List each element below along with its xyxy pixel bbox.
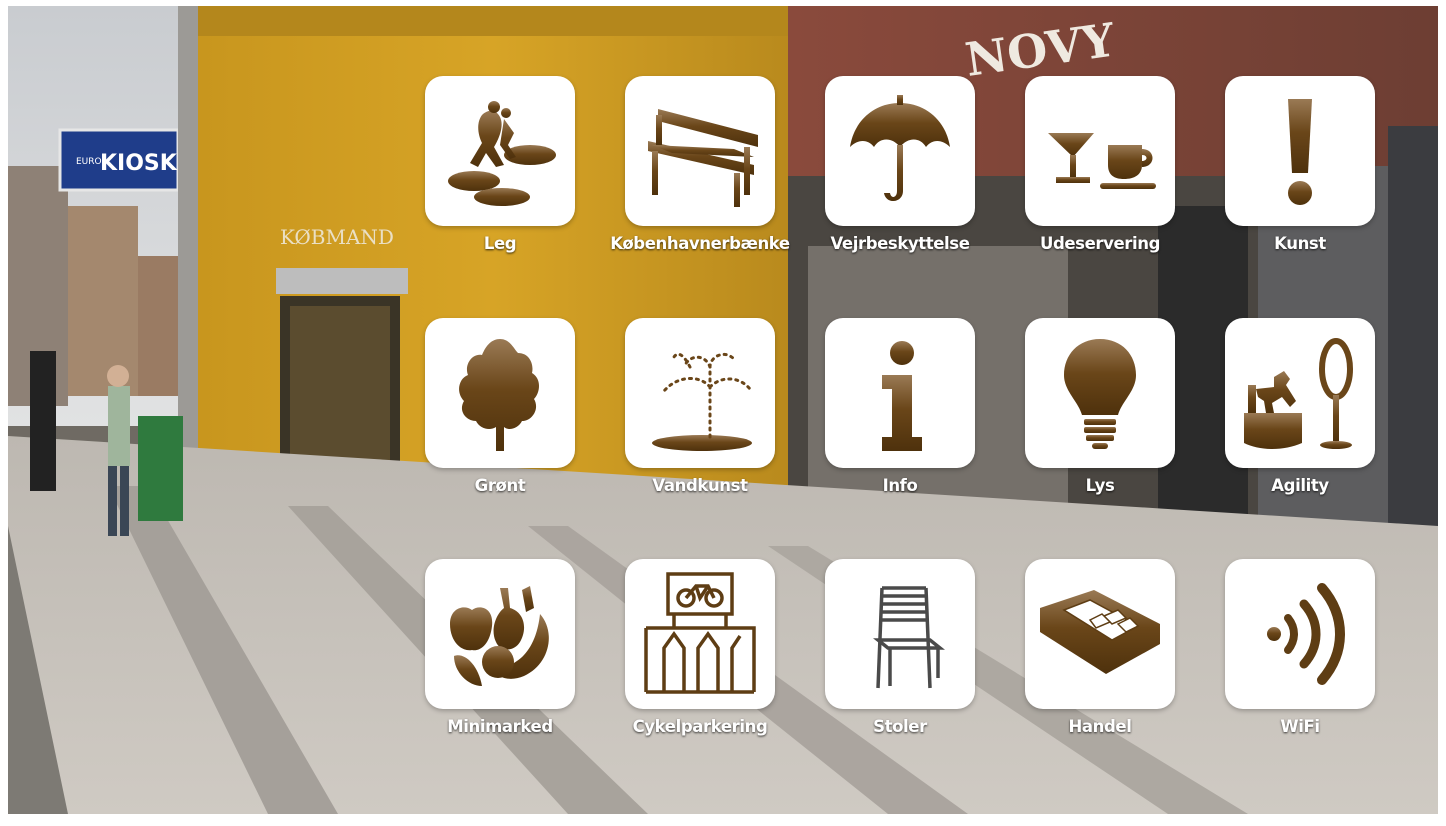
tile-minimarked[interactable]: Minimarked (425, 559, 575, 736)
tile-vejrbeskyttelse[interactable]: Vejrbeskyttelse (825, 76, 975, 253)
tile-lys[interactable]: Lys (1025, 318, 1175, 495)
tile-box (425, 559, 575, 709)
tile-box (425, 318, 575, 468)
fountain-icon (652, 352, 752, 451)
tile-label: Vejrbeskyttelse (830, 234, 970, 253)
tile-box (1225, 559, 1375, 709)
tile-label: Cykelparkering (632, 717, 768, 736)
tile-label: Lys (1085, 476, 1115, 495)
euro-sign-text: EURO (76, 157, 102, 167)
tile-box (1025, 76, 1175, 226)
tile-label: Vandkunst (652, 476, 748, 495)
tile-box (625, 318, 775, 468)
tile-label: Minimarked (447, 717, 553, 736)
tile-box (1025, 318, 1175, 468)
tile-box (1225, 318, 1375, 468)
tile-box (625, 76, 775, 226)
tile-label: Agility (1271, 476, 1329, 495)
tile-label: Kunst (1274, 234, 1326, 253)
playground-icon (448, 101, 556, 206)
tile-label: Grønt (474, 476, 526, 495)
tile-box (825, 318, 975, 468)
tile-wifi[interactable]: WiFi (1225, 559, 1375, 736)
lightbulb-icon (1064, 339, 1136, 449)
tile-gront[interactable]: Grønt (425, 318, 575, 495)
background-photo: EURO KIOSK94 KØBMAND NOVY Leg Københavne… (8, 6, 1438, 814)
tile-cykelparkering[interactable]: Cykelparkering (625, 559, 775, 736)
tile-box (825, 76, 975, 226)
tile-agility[interactable]: Agility (1225, 318, 1375, 495)
tile-udeservering[interactable]: Udeservering (1025, 76, 1175, 253)
tile-box (825, 559, 975, 709)
umbrella-icon (850, 95, 950, 202)
cocktail-coffee-icon (1048, 133, 1156, 189)
dog-agility-icon (1244, 338, 1353, 449)
tree-icon (459, 339, 539, 451)
tile-kobenhavnerbaenke[interactable]: Københavnerbænke (610, 76, 790, 253)
chair-icon (873, 586, 945, 689)
bench-icon (648, 109, 758, 207)
tile-label: Stoler (873, 717, 927, 736)
exclamation-icon (1288, 99, 1312, 205)
tile-label: Leg (483, 234, 517, 253)
tile-info[interactable]: Info (825, 318, 975, 495)
tile-stoler[interactable]: Stoler (825, 559, 975, 736)
tile-label: Handel (1068, 717, 1132, 736)
tile-label: Info (882, 476, 918, 495)
tile-kunst[interactable]: Kunst (1225, 76, 1375, 253)
bicycle-parking-icon (644, 572, 756, 694)
tile-box (1225, 76, 1375, 226)
tile-label: WiFi (1280, 717, 1320, 736)
tile-leg[interactable]: Leg (425, 76, 575, 253)
market-stall-icon (1040, 590, 1160, 674)
tile-label: Københavnerbænke (610, 234, 790, 253)
tile-box (1025, 559, 1175, 709)
wifi-icon (1267, 583, 1345, 685)
fruit-vegetables-icon (450, 586, 549, 686)
shop-name-text: KØBMAND (280, 225, 394, 249)
tile-label: Udeservering (1039, 234, 1161, 253)
tile-handel[interactable]: Handel (1025, 559, 1175, 736)
info-icon (882, 341, 922, 451)
tile-vandkunst[interactable]: Vandkunst (625, 318, 775, 495)
tile-box (425, 76, 575, 226)
tile-box (625, 559, 775, 709)
